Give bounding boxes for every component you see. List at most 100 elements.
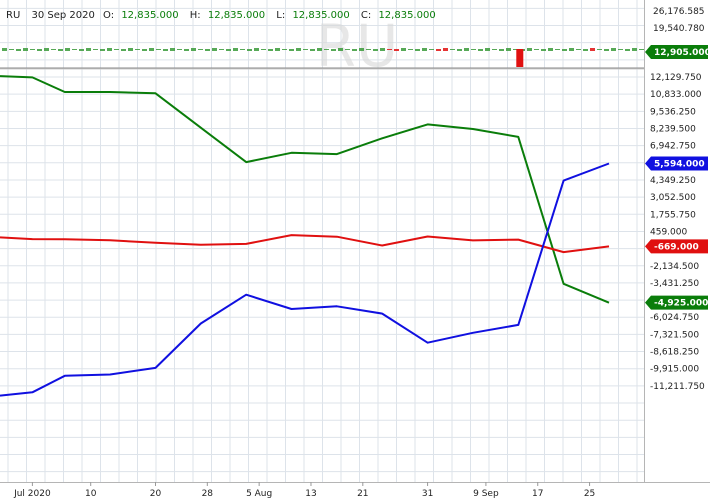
- ohlc-info: RU 30 Sep 2020 O: 12,835.000 H: 12,835.0…: [6, 10, 436, 21]
- info-low-label: L:: [276, 10, 285, 21]
- badge-series-2-text: -669.000: [654, 242, 699, 252]
- top-panel-bar: [23, 48, 28, 51]
- top-panel-bar: [541, 49, 546, 51]
- top-panel-bar: [604, 49, 609, 51]
- top-panel-bar: [51, 49, 56, 50]
- top-panel-bar: [184, 49, 189, 51]
- info-close-value: 12,835.000: [378, 10, 435, 21]
- top-panel-bar: [387, 49, 392, 50]
- top-panel-bar: [212, 48, 217, 51]
- top-panel-bar: [219, 49, 224, 50]
- top-panel-bar: [142, 49, 147, 51]
- top-panel-bar: [352, 49, 357, 51]
- top-panel-bar: [366, 49, 371, 50]
- top-panel-bar: [408, 49, 413, 50]
- top-panel-bar: [65, 48, 70, 51]
- x-tick-label: 13: [305, 489, 316, 499]
- y-tick-label: 10,833.000: [650, 90, 702, 100]
- top-panel-bar: [107, 48, 112, 51]
- top-panel-bar: [254, 48, 259, 51]
- y-tick-label: -11,211.750: [650, 382, 705, 392]
- top-panel-bar: [492, 49, 497, 50]
- top-panel-bar: [555, 49, 560, 50]
- top-panel-bar: [310, 49, 315, 51]
- top-panel-bar: [135, 49, 140, 50]
- top-panel-bar: [93, 49, 98, 50]
- top-panel-bar: [303, 49, 308, 50]
- top-panel-bar: [170, 48, 175, 51]
- top-panel-bar: [79, 49, 84, 51]
- top-panel-bar: [457, 49, 462, 51]
- top-panel-bar: [436, 49, 441, 51]
- top-panel-bar: [16, 49, 21, 51]
- top-panel-bar: [611, 48, 616, 51]
- x-axis-labels: Jul 2020 10 20 28 5 Aug 13 21 31 9 Sep 17 25: [13, 482, 595, 499]
- info-close-label: C:: [361, 10, 371, 21]
- y-axis-labels: 12,129.750 10,833.000 9,536.250 8,239.500 6,…: [650, 73, 705, 392]
- x-tick-label: 25: [584, 489, 595, 499]
- chart-root[interactable]: RU 12,129.750 10,833.000 9,536.250 8,239.50…: [0, 0, 710, 503]
- top-panel-bar: [380, 48, 385, 51]
- y-tick-label: 9,536.250: [650, 107, 696, 117]
- top-panel-bar: [583, 49, 588, 51]
- top-panel-bar: [415, 49, 420, 51]
- chart-canvas[interactable]: RU 12,129.750 10,833.000 9,536.250 8,239.50…: [0, 0, 710, 503]
- top-panel-bar: [429, 49, 434, 50]
- top-panel-bar: [128, 48, 133, 51]
- top-panel-bar: [2, 48, 7, 51]
- top-panel-bar: [324, 49, 329, 50]
- top-panel-bar: [121, 49, 126, 51]
- top-panel-bar: [205, 49, 210, 51]
- top-y-tick-label: 26,176.585: [653, 7, 705, 17]
- top-panel-bar: [450, 49, 455, 50]
- top-panel-bar: [562, 49, 567, 51]
- top-panel-bar: [149, 48, 154, 51]
- top-panel-bar: [443, 48, 448, 51]
- top-panel-bar: [548, 48, 553, 51]
- top-panel-bar: [268, 49, 273, 51]
- badge-top-panel-text: 12,905.000: [654, 48, 710, 58]
- top-panel-bar: [317, 48, 322, 51]
- top-axis-labels: 26,176.585 19,540.780: [653, 7, 705, 34]
- top-panel-bar: [471, 49, 476, 50]
- top-panel-bar: [401, 48, 406, 51]
- top-panel-bar: [527, 48, 532, 51]
- top-panel-bar: [485, 48, 490, 51]
- top-panel-bar: [478, 49, 483, 51]
- info-high-value: 12,835.000: [208, 10, 265, 21]
- top-panel-bar: [289, 49, 294, 51]
- top-panel-bar: [464, 48, 469, 51]
- top-panel-bar: [359, 48, 364, 51]
- top-panel-bar: [156, 49, 161, 50]
- info-low-value: 12,835.000: [292, 10, 349, 21]
- top-panel-bar: [373, 49, 378, 51]
- y-tick-label: 3,052.500: [650, 193, 696, 203]
- x-tick-label: 21: [357, 489, 368, 499]
- badge-top-panel: 12,905.000: [645, 45, 710, 59]
- x-tick-label: 9 Sep: [473, 489, 499, 499]
- top-panel-bar: [30, 49, 35, 50]
- y-tick-label: -9,915.000: [650, 365, 699, 375]
- top-panel-bar: [296, 48, 301, 51]
- x-tick-label: 5 Aug: [246, 489, 272, 499]
- top-panel-bar: [177, 49, 182, 50]
- top-panel-bar: [576, 49, 581, 50]
- badge-series-1: -4,925.000: [645, 295, 708, 310]
- y-tick-label: 459.000: [650, 227, 687, 237]
- top-panel-bar: [422, 48, 427, 51]
- x-tick-label: Jul 2020: [13, 489, 51, 499]
- top-panel-bar: [282, 49, 287, 50]
- badge-series-1-text: -4,925.000: [654, 299, 708, 309]
- y-tick-label: -7,321.500: [650, 330, 699, 340]
- info-open-label: O:: [103, 10, 114, 21]
- top-panel-bar: [499, 49, 504, 51]
- top-panel-bar: [198, 49, 203, 50]
- top-panel-bar: [534, 49, 539, 50]
- top-panel-bar: [275, 48, 280, 51]
- top-panel-bar: [247, 49, 252, 51]
- top-panel-bar: [261, 49, 266, 50]
- y-tick-label: 6,942.750: [650, 142, 696, 152]
- y-tick-label: -8,618.250: [650, 348, 699, 358]
- info-symbol: RU: [6, 10, 20, 21]
- y-tick-label: 4,349.250: [650, 176, 696, 186]
